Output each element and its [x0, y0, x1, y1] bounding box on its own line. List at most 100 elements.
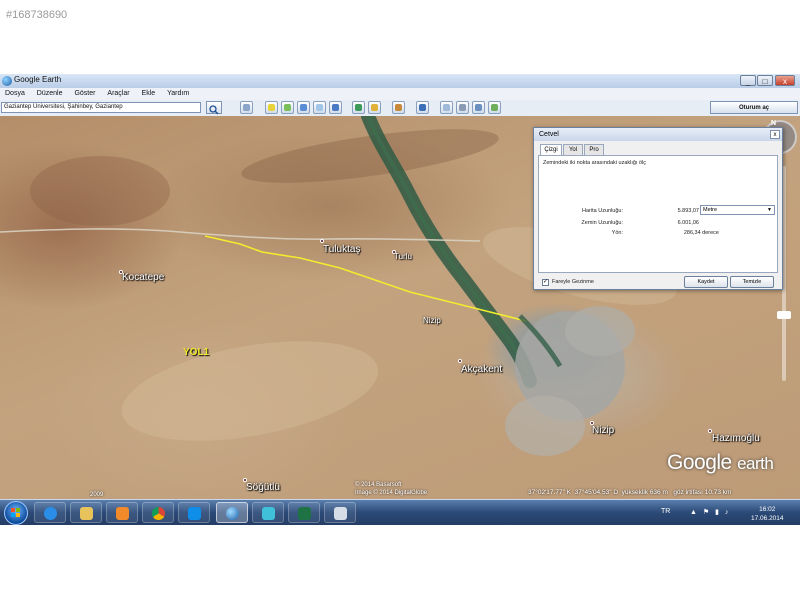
menu-item-yardim[interactable]: Yardım	[162, 88, 194, 100]
taskbar-google-earth[interactable]	[216, 502, 248, 523]
sidebar-icon	[243, 104, 250, 111]
taskbar-network-app[interactable]	[252, 502, 284, 523]
taskbar-internet-explorer[interactable]	[34, 502, 66, 523]
overlay-icon	[316, 104, 323, 111]
sun-icon	[371, 104, 378, 111]
place-label-akcakent[interactable]: Akçakent	[461, 364, 502, 375]
save-image-icon	[475, 104, 482, 111]
view-in-maps-button[interactable]	[488, 101, 501, 114]
add-polygon-button[interactable]	[281, 101, 294, 114]
email-button[interactable]	[440, 101, 453, 114]
eye-altitude-readout: göz irtifası 10.73 km	[673, 489, 732, 496]
clear-button[interactable]: Temizle	[730, 276, 774, 288]
place-marker	[458, 359, 462, 363]
compass-north-icon: N	[771, 120, 777, 127]
ruler-dialog-title: Cetvel	[534, 128, 782, 141]
save-button[interactable]: Kaydet	[684, 276, 728, 288]
minimize-button[interactable]: _	[740, 75, 756, 86]
place-marker	[320, 239, 324, 243]
taskbar: TR ▲ ⚑ ▮ ♪ 16:02 17.06.2014	[0, 500, 800, 525]
taskbar-document-app[interactable]	[324, 502, 356, 523]
system-tray[interactable]: ▲ ⚑ ▮ ♪	[690, 508, 730, 516]
media-player-icon	[116, 507, 129, 520]
menu-item-ekle[interactable]: Ekle	[137, 88, 161, 100]
menu-item-dosya[interactable]: Dosya	[0, 88, 30, 100]
taskbar-media-player[interactable]	[106, 502, 138, 523]
heading-label: Yön:	[611, 230, 623, 236]
credit-line: Image © 2014 DigitalGlobe	[355, 490, 428, 496]
place-label-tuluktas[interactable]: Tuluktaş	[323, 244, 360, 255]
tab-path[interactable]: Yol	[563, 144, 583, 155]
heading-value: 286,34 derece	[683, 230, 719, 236]
taskbar-file-explorer[interactable]	[70, 502, 102, 523]
listing-id: #168738690	[6, 9, 68, 21]
menu-item-duzenle[interactable]: Düzenle	[32, 88, 68, 100]
close-button[interactable]: x	[775, 75, 795, 86]
planets-button[interactable]	[392, 101, 405, 114]
imagery-year: 2009	[90, 492, 104, 498]
placemark-icon	[268, 104, 275, 111]
place-label-hazimoglu[interactable]: Hazımoğlu	[712, 433, 760, 444]
place-label-sogutlu[interactable]: Söğütlü	[246, 482, 280, 493]
clock-icon	[355, 104, 362, 111]
city-nizip	[505, 306, 635, 456]
clock-time: 16:02	[759, 506, 776, 513]
place-label-turlu[interactable]: Turlu	[394, 252, 412, 261]
google-earth-icon	[226, 507, 239, 520]
historical-imagery-button[interactable]	[352, 101, 365, 114]
place-label-nizip[interactable]: Nizip	[592, 425, 614, 436]
ruler-button[interactable]	[416, 101, 429, 114]
email-icon	[443, 104, 450, 111]
start-button[interactable]	[4, 501, 28, 525]
internet-explorer-icon	[44, 507, 57, 520]
latitude-readout: 37°02'17.77" K	[528, 489, 572, 496]
clock-date: 17.06.2014	[751, 515, 784, 522]
search-button[interactable]	[206, 101, 222, 115]
unit-select-value: Metre	[703, 207, 718, 213]
sign-in-button[interactable]: Oturum aç	[710, 101, 798, 114]
record-tour-button[interactable]	[329, 101, 342, 114]
path-icon	[300, 104, 307, 111]
unit-select[interactable]: Metre ▼	[700, 205, 775, 215]
river-label-nizip: Nizip	[423, 316, 441, 325]
map-length-label: Harita Uzunluğu:	[582, 208, 623, 214]
add-path-button[interactable]	[297, 101, 310, 114]
ground-length-label: Zemin Uzunluğu:	[581, 220, 623, 226]
search-input[interactable]	[1, 102, 201, 113]
document-icon	[334, 507, 347, 520]
tab-pro[interactable]: Pro	[584, 144, 604, 155]
maximize-button[interactable]: □	[757, 75, 773, 86]
clock[interactable]: 16:02 17.06.2014	[751, 505, 784, 523]
print-icon	[459, 104, 466, 111]
save-image-button[interactable]	[472, 101, 485, 114]
folder-icon	[80, 507, 93, 520]
add-placemark-button[interactable]	[265, 101, 278, 114]
tour-icon	[332, 104, 339, 111]
place-label-kocatepe[interactable]: Kocatepe	[122, 272, 164, 283]
imagery-credits: © 2014 Basarsoft Image © 2014 DigitalGlo…	[355, 481, 427, 497]
mouse-navigation-checkbox[interactable]: ✓	[542, 279, 549, 286]
print-button[interactable]	[456, 101, 469, 114]
language-indicator[interactable]: TR	[661, 508, 670, 515]
sunlight-button[interactable]	[368, 101, 381, 114]
sidebar-toggle-button[interactable]	[240, 101, 253, 114]
network-icon	[262, 507, 275, 520]
image-overlay-button[interactable]	[313, 101, 326, 114]
status-bar: 37°02'17.77" K 37°45'04.53" D yükseklik …	[528, 489, 800, 499]
polygon-icon	[284, 104, 291, 111]
taskbar-chrome[interactable]	[142, 502, 174, 523]
ruler-close-button[interactable]: x	[770, 130, 780, 139]
teamviewer-icon	[188, 507, 201, 520]
menu-item-araclar[interactable]: Araçlar	[102, 88, 134, 100]
zoom-slider-handle[interactable]	[777, 311, 791, 319]
taskbar-excel[interactable]	[288, 502, 320, 523]
longitude-readout: 37°45'04.53" D	[574, 489, 619, 496]
credit-line: © 2014 Basarsoft	[355, 482, 402, 488]
menu-item-goster[interactable]: Göster	[69, 88, 100, 100]
title-bar: Google Earth _ □ x	[0, 74, 800, 88]
excel-icon	[298, 507, 311, 520]
taskbar-teamviewer[interactable]	[178, 502, 210, 523]
chevron-down-icon: ▼	[767, 207, 772, 213]
windows-logo-icon	[11, 508, 20, 517]
road-label-yol1[interactable]: YOL1	[183, 347, 209, 358]
